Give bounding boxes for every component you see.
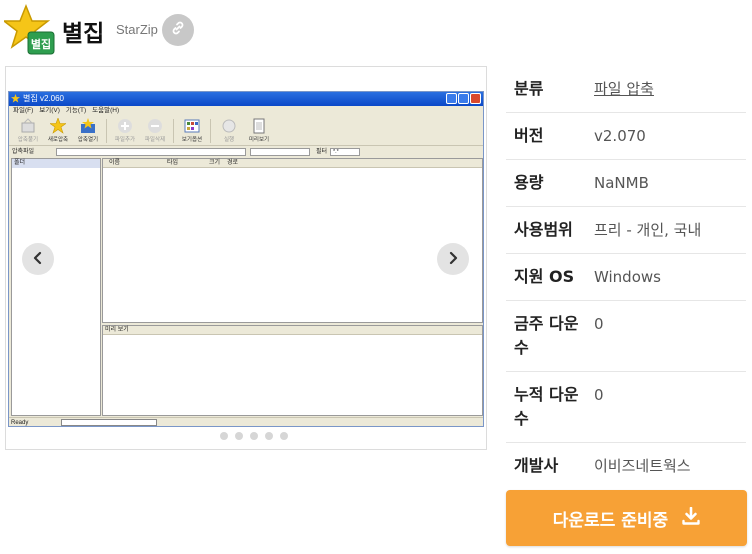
chevron-right-icon bbox=[446, 250, 460, 269]
film-icon bbox=[253, 118, 265, 134]
screenshot-preview-pane: 미리 보기 bbox=[102, 325, 483, 416]
toolbar-extract: 압축풀기 bbox=[13, 116, 43, 146]
info-label: 사용범위 bbox=[514, 220, 573, 239]
info-label: 금주 다운수 bbox=[514, 314, 579, 357]
toolbar-new-archive: 새로압축 bbox=[43, 116, 73, 146]
extract-icon bbox=[21, 118, 35, 133]
star-logo-icon: 별집 bbox=[1, 3, 56, 56]
toolbar-delete-file: 파일삭제 bbox=[140, 116, 170, 146]
screenshot-toolbar: 압축풀기 새로압축 압축열기 파일추가 파일삭제 보기옵션 실행 미리보기 bbox=[9, 116, 483, 146]
close-icon bbox=[470, 93, 481, 104]
toolbar-add-file: 파일추가 bbox=[110, 116, 140, 146]
screenshot-address-row: 압축파일 필터 *.* bbox=[9, 147, 483, 157]
toolbar-view-options: 보기옵션 bbox=[177, 116, 207, 146]
run-icon bbox=[222, 119, 236, 133]
logo-badge-text: 별집 bbox=[31, 37, 51, 51]
carousel-dot[interactable] bbox=[250, 432, 258, 440]
info-value: v2.070 bbox=[594, 127, 646, 145]
download-label: 다운로드 준비중 bbox=[552, 510, 669, 531]
info-label: 누적 다운수 bbox=[514, 385, 579, 428]
toolbar-run: 실행 bbox=[214, 116, 244, 146]
download-icon bbox=[682, 506, 700, 530]
toolbar-preview: 미리보기 bbox=[244, 116, 274, 146]
maximize-icon bbox=[458, 93, 469, 104]
info-row-category: 분류 파일 압축 bbox=[506, 66, 746, 113]
carousel-dot[interactable] bbox=[265, 432, 273, 440]
carousel-dots bbox=[220, 432, 288, 440]
app-subtitle: StarZip bbox=[116, 22, 158, 37]
minimize-icon bbox=[446, 93, 457, 104]
info-label: 지원 OS bbox=[514, 267, 575, 286]
menu-item: 보기(V) bbox=[39, 107, 60, 114]
folder-star-icon bbox=[81, 118, 95, 133]
link-icon bbox=[170, 20, 186, 40]
info-label: 버전 bbox=[514, 126, 544, 145]
menu-item: 파일(F) bbox=[13, 107, 34, 114]
info-row-size: 용량 NaNMB bbox=[506, 160, 746, 207]
info-label: 개발사 bbox=[514, 456, 559, 475]
info-value: 0 bbox=[594, 386, 604, 404]
screenshot-file-list: 이름 타입 크기 경로 bbox=[102, 158, 483, 323]
screenshot-titlebar: 별집 v2.060 bbox=[9, 92, 483, 106]
grid-icon bbox=[184, 119, 200, 133]
screenshot-carousel: 별집 v2.060 파일(F) 보기(V) 기능(T) 도움말(H) 압축풀기 … bbox=[5, 66, 487, 450]
info-value: NaNMB bbox=[594, 174, 649, 192]
info-label: 분류 bbox=[514, 79, 544, 98]
info-value: 이비즈네트웍스 bbox=[594, 457, 691, 475]
carousel-dot[interactable] bbox=[280, 432, 288, 440]
info-value: 0 bbox=[594, 315, 604, 333]
screenshot-status-bar: Ready bbox=[9, 417, 483, 426]
download-button[interactable]: 다운로드 준비중 bbox=[506, 490, 747, 546]
remove-icon bbox=[148, 119, 162, 133]
info-row-developer: 개발사 이비즈네트웍스 bbox=[506, 443, 746, 490]
star-icon bbox=[50, 118, 66, 134]
chevron-left-icon bbox=[31, 250, 45, 269]
carousel-dot[interactable] bbox=[220, 432, 228, 440]
info-value: 프리 - 개인, 국내 bbox=[594, 221, 702, 239]
app-screenshot: 별집 v2.060 파일(F) 보기(V) 기능(T) 도움말(H) 압축풀기 … bbox=[8, 91, 484, 427]
screenshot-menu: 파일(F) 보기(V) 기능(T) 도움말(H) bbox=[9, 106, 483, 116]
info-row-os: 지원 OS Windows bbox=[506, 254, 746, 301]
app-header: 별집 별집 StarZip bbox=[0, 0, 752, 62]
menu-item: 도움말(H) bbox=[92, 107, 120, 114]
carousel-dot[interactable] bbox=[235, 432, 243, 440]
screenshot-window-title: 별집 v2.060 bbox=[23, 94, 64, 103]
carousel-prev-button[interactable] bbox=[22, 243, 54, 275]
page-title: 별집 bbox=[62, 21, 105, 47]
add-icon bbox=[118, 119, 132, 133]
screenshot-folder-pane: 폴더 bbox=[11, 158, 101, 416]
info-row-version: 버전 v2.070 bbox=[506, 113, 746, 160]
copy-link-button[interactable] bbox=[162, 14, 194, 46]
info-label: 용량 bbox=[514, 173, 544, 192]
toolbar-open-archive: 압축열기 bbox=[73, 116, 103, 146]
info-table: 분류 파일 압축 버전 v2.070 용량 NaNMB 사용범위 프리 - 개인… bbox=[506, 66, 746, 490]
info-row-total-downloads: 누적 다운수 0 bbox=[506, 372, 746, 443]
info-value: Windows bbox=[594, 268, 661, 286]
menu-item: 기능(T) bbox=[65, 107, 87, 114]
info-row-license: 사용범위 프리 - 개인, 국내 bbox=[506, 207, 746, 254]
carousel-next-button[interactable] bbox=[437, 243, 469, 275]
category-link[interactable]: 파일 압축 bbox=[594, 77, 654, 101]
info-row-weekly-downloads: 금주 다운수 0 bbox=[506, 301, 746, 372]
